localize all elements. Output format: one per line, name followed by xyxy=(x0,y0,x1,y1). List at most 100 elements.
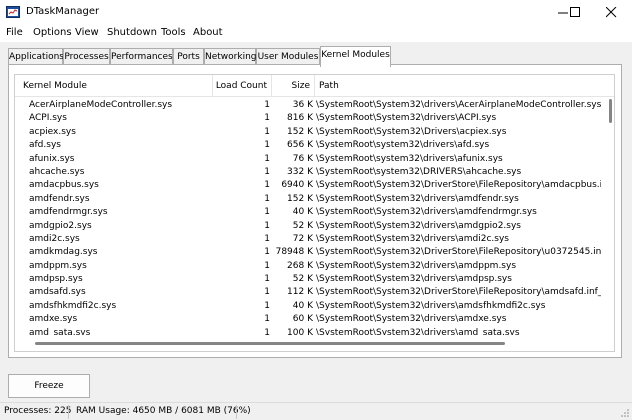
resize-grip-icon[interactable] xyxy=(620,408,630,418)
load-count-cell: 1 xyxy=(264,314,270,325)
module-name-cell: amdpsp.sys xyxy=(29,274,83,285)
module-name-cell: ahcache.sys xyxy=(29,166,85,177)
size-cell: 52 K xyxy=(292,220,313,231)
table-row[interactable]: amdfendr.sys 1 152 K \SystemRoot\System32\d… xyxy=(15,193,614,206)
table-row[interactable]: amdxe.sys 1 60 K \SystemRoot\System32\drive… xyxy=(15,313,614,326)
table-row[interactable]: amdacpbus.sys 1 6940 K \SystemRoot\System32… xyxy=(15,179,614,192)
tab-performances[interactable]: Performances xyxy=(110,48,173,65)
table-row[interactable]: ACPI.sys 1 816 K \SystemRoot\System32\drive… xyxy=(15,112,614,125)
kernel-modules-list[interactable]: Kernel Module Load Count Size Path AcerA… xyxy=(14,74,615,352)
tab-ports[interactable]: Ports xyxy=(173,48,204,65)
menu-view[interactable]: View xyxy=(75,27,99,38)
list-rows: AcerAirplaneModeController.sys 1 36 K \Syst… xyxy=(15,99,614,335)
horizontal-scrollbar[interactable] xyxy=(15,335,614,351)
size-cell: 816 K xyxy=(287,113,313,124)
load-count-cell: 1 xyxy=(264,180,270,191)
module-name-cell: amdfendr.sys xyxy=(29,193,90,204)
table-row[interactable]: amdgpio2.sys 1 52 K \SystemRoot\System32\dr… xyxy=(15,220,614,233)
menu-options[interactable]: Options xyxy=(33,27,72,38)
module-name-cell: amdacpbus.sys xyxy=(29,180,99,191)
path-cell: \SystemRoot\System32\DriverStore\FileRep… xyxy=(316,287,601,298)
tab-networking[interactable]: Networking xyxy=(204,48,257,65)
column-header-path[interactable]: Path xyxy=(315,75,614,97)
path-cell: \SystemRoot\System32\drivers\amdfendrmgr… xyxy=(316,207,537,218)
path-cell: \SystemRoot\System32\drivers\ACPI.sys xyxy=(316,113,497,124)
close-button[interactable] xyxy=(588,0,632,24)
vertical-scrollbar[interactable] xyxy=(604,97,614,335)
horizontal-scroll-thumb[interactable] xyxy=(35,342,505,345)
size-cell: 332 K xyxy=(287,166,313,177)
path-cell: \SystemRoot\System32\Drivers\acpiex.sys xyxy=(316,126,507,137)
table-row[interactable]: amdkmdag.sys 1 78948 K \SystemRoot\System32… xyxy=(15,246,614,259)
path-cell: \SystemRoot\System32\DriverStore\FileRep… xyxy=(316,180,601,191)
table-row[interactable]: afd.sys 1 656 K \SystemRoot\system32\driver… xyxy=(15,139,614,152)
freeze-button[interactable]: Freeze xyxy=(8,374,90,398)
table-row[interactable]: acpiex.sys 1 152 K \SystemRoot\System32\Dri… xyxy=(15,126,614,139)
table-row[interactable]: amdsafd.sys 1 112 K \SystemRoot\System32\Dr… xyxy=(15,286,614,299)
status-processes: Processes: 225 xyxy=(4,406,72,416)
load-count-cell: 1 xyxy=(264,220,270,231)
table-row[interactable]: ahcache.sys 1 332 K \SystemRoot\system32\DR… xyxy=(15,166,614,179)
table-row[interactable]: amd_sata.sys 1 100 K \SystemRoot\System32\d… xyxy=(15,327,614,335)
column-header-load-count[interactable]: Load Count xyxy=(213,75,272,97)
dtaskmanager-app-icon xyxy=(6,6,20,18)
load-count-cell: 1 xyxy=(264,274,270,285)
module-name-cell: amdxe.sys xyxy=(29,314,78,325)
path-cell: \SystemRoot\system32\drivers\afunix.sys xyxy=(316,153,503,164)
load-count-cell: 1 xyxy=(264,300,270,311)
table-row[interactable]: amdi2c.sys 1 72 K \SystemRoot\System32\driv… xyxy=(15,233,614,246)
table-row[interactable]: amdpsp.sys 1 52 K \SystemRoot\System32\driv… xyxy=(15,273,614,286)
table-row[interactable]: amdppm.sys 1 268 K \SystemRoot\System32\dri… xyxy=(15,260,614,273)
path-cell: \SystemRoot\System32\drivers\amdi2c.sys xyxy=(316,233,509,244)
menu-bar: File Options View Shutdown Tools About xyxy=(0,24,632,42)
tab-applications[interactable]: Applications xyxy=(8,48,64,65)
size-cell: 656 K xyxy=(287,140,313,151)
path-cell: \SystemRoot\System32\drivers\amdppm.sys xyxy=(316,260,517,271)
tab-processes[interactable]: Processes xyxy=(63,48,110,65)
module-name-cell: amdsafd.sys xyxy=(29,287,86,298)
module-name-cell: amdi2c.sys xyxy=(29,233,80,244)
table-row[interactable]: afunix.sys 1 76 K \SystemRoot\system32\driv… xyxy=(15,153,614,166)
module-name-cell: amdfendrmgr.sys xyxy=(29,207,108,218)
module-name-cell: amdkmdag.sys xyxy=(29,247,98,258)
status-ram-usage: RAM Usage: 4650 MB / 6081 MB (76%) xyxy=(76,406,251,416)
table-row[interactable]: amdfendrmgr.sys 1 40 K \SystemRoot\System32… xyxy=(15,206,614,219)
module-name-cell: AcerAirplaneModeController.sys xyxy=(29,100,173,110)
tab-user-modules[interactable]: User Modules xyxy=(256,48,320,65)
path-cell: \SystemRoot\system32\drivers\afd.sys xyxy=(316,140,490,151)
column-header-kernel-module[interactable]: Kernel Module xyxy=(15,75,213,97)
load-count-cell: 1 xyxy=(264,260,270,271)
size-cell: 268 K xyxy=(287,260,313,271)
table-row[interactable]: amdsfhkmdfi2c.sys 1 40 K \SystemRoot\System… xyxy=(15,300,614,313)
tab-kernel-modules[interactable]: Kernel Modules xyxy=(320,46,391,67)
menu-file[interactable]: File xyxy=(6,27,23,38)
load-count-cell: 1 xyxy=(264,233,270,244)
window-title: DTaskManager xyxy=(26,6,100,17)
module-name-cell: afunix.sys xyxy=(29,153,75,164)
table-row[interactable]: AcerAirplaneModeController.sys 1 36 K \Syst… xyxy=(15,99,614,112)
vertical-scroll-thumb[interactable] xyxy=(609,99,612,123)
path-cell: \SystemRoot\System32\drivers\amdsfhkmdfi… xyxy=(316,300,546,311)
load-count-cell: 1 xyxy=(264,113,270,124)
status-divider xyxy=(236,405,237,419)
size-cell: 6940 K xyxy=(281,180,313,191)
size-cell: 40 K xyxy=(292,300,313,311)
column-header-size[interactable]: Size xyxy=(272,75,315,97)
size-cell: 36 K xyxy=(292,100,313,110)
load-count-cell: 1 xyxy=(264,193,270,204)
size-cell: 152 K xyxy=(287,126,313,137)
menu-shutdown[interactable]: Shutdown xyxy=(107,27,157,38)
path-cell: \SystemRoot\System32\drivers\amdxe.sys xyxy=(316,314,507,325)
size-cell: 52 K xyxy=(292,274,313,285)
path-cell: \SystemRoot\system32\DRIVERS\ahcache.sys xyxy=(316,166,522,177)
close-icon xyxy=(605,6,616,17)
module-name-cell: afd.sys xyxy=(29,140,61,151)
module-name-cell: ACPI.sys xyxy=(29,113,67,124)
menu-tools[interactable]: Tools xyxy=(161,27,186,38)
size-cell: 152 K xyxy=(287,193,313,204)
status-bar: Processes: 225 RAM Usage: 4650 MB / 6081… xyxy=(0,402,632,420)
menu-about[interactable]: About xyxy=(193,27,223,38)
module-name-cell: acpiex.sys xyxy=(29,126,76,137)
path-cell: \SystemRoot\System32\drivers\amd_sata.sy… xyxy=(316,327,520,335)
status-divider xyxy=(68,405,69,419)
